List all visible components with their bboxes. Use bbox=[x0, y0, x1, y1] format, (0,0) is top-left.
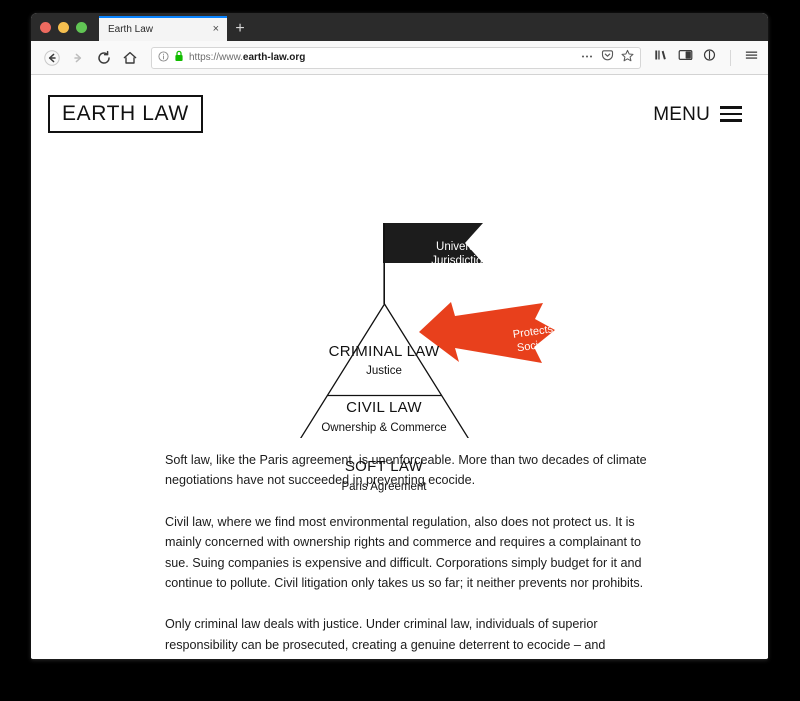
banner-line-2: Jurisdiction bbox=[431, 255, 489, 268]
maximize-window-button[interactable] bbox=[76, 21, 87, 33]
tier-subtitle-soft-law: Paris Agreement bbox=[341, 481, 427, 493]
reload-icon[interactable] bbox=[92, 46, 116, 70]
new-tab-button[interactable]: + bbox=[227, 16, 253, 41]
app-menu-icon[interactable] bbox=[744, 48, 759, 67]
paragraph: Civil law, where we find most environmen… bbox=[165, 514, 644, 590]
home-icon[interactable] bbox=[118, 46, 142, 70]
url-text: https://www.earth-law.org bbox=[189, 52, 306, 63]
hamburger-icon bbox=[720, 106, 742, 122]
minimize-window-button[interactable] bbox=[58, 21, 69, 33]
tier-subtitle-civil-law: Ownership & Commerce bbox=[321, 422, 447, 434]
tier-title-criminal-law: CRIMINAL LAW bbox=[328, 343, 440, 360]
forward-icon[interactable] bbox=[66, 46, 90, 70]
page-info-icon[interactable] bbox=[158, 49, 169, 67]
tier-subtitle-criminal-law: Justice bbox=[366, 365, 402, 377]
pocket-icon[interactable] bbox=[601, 49, 614, 67]
site-header: EARTH LAW MENU bbox=[31, 75, 768, 133]
library-icon[interactable] bbox=[654, 48, 669, 67]
window-controls bbox=[40, 13, 99, 41]
menu-toggle-button[interactable]: MENU bbox=[653, 105, 742, 124]
browser-window: Earth Law × + https://www.earth-law.org … bbox=[31, 13, 768, 659]
toolbar-icon-group bbox=[650, 48, 759, 67]
tab-title: Earth Law bbox=[108, 24, 154, 35]
toolbar-divider bbox=[730, 49, 731, 66]
pyramid-svg bbox=[300, 223, 555, 438]
ellipsis-icon[interactable] bbox=[580, 49, 594, 67]
page-viewport: EARTH LAW MENU Universal Jurisdiction Pr… bbox=[31, 75, 768, 658]
account-icon[interactable] bbox=[702, 48, 717, 67]
tier-title-civil-law: CIVIL LAW bbox=[346, 399, 422, 416]
address-bar[interactable]: https://www.earth-law.org bbox=[151, 46, 641, 69]
banner-line-1: Universal bbox=[436, 241, 484, 253]
lock-icon bbox=[174, 49, 184, 67]
sidebar-icon[interactable] bbox=[678, 48, 693, 67]
close-window-button[interactable] bbox=[40, 21, 51, 33]
menu-label: MENU bbox=[653, 103, 710, 125]
navigation-toolbar: https://www.earth-law.org bbox=[31, 41, 768, 75]
paragraph: Only criminal law deals with justice. Un… bbox=[165, 617, 606, 652]
law-hierarchy-diagram: Universal Jurisdiction Protects Society … bbox=[31, 133, 768, 493]
tab-strip: Earth Law × + bbox=[31, 13, 768, 41]
back-icon[interactable] bbox=[40, 46, 64, 70]
banner-label: Universal Jurisdiction bbox=[414, 240, 506, 269]
close-tab-icon[interactable]: × bbox=[211, 24, 221, 35]
browser-tab[interactable]: Earth Law × bbox=[99, 16, 227, 41]
tier-title-soft-law: SOFT LAW bbox=[344, 458, 424, 475]
site-logo[interactable]: EARTH LAW bbox=[48, 95, 203, 133]
star-icon[interactable] bbox=[621, 49, 634, 67]
